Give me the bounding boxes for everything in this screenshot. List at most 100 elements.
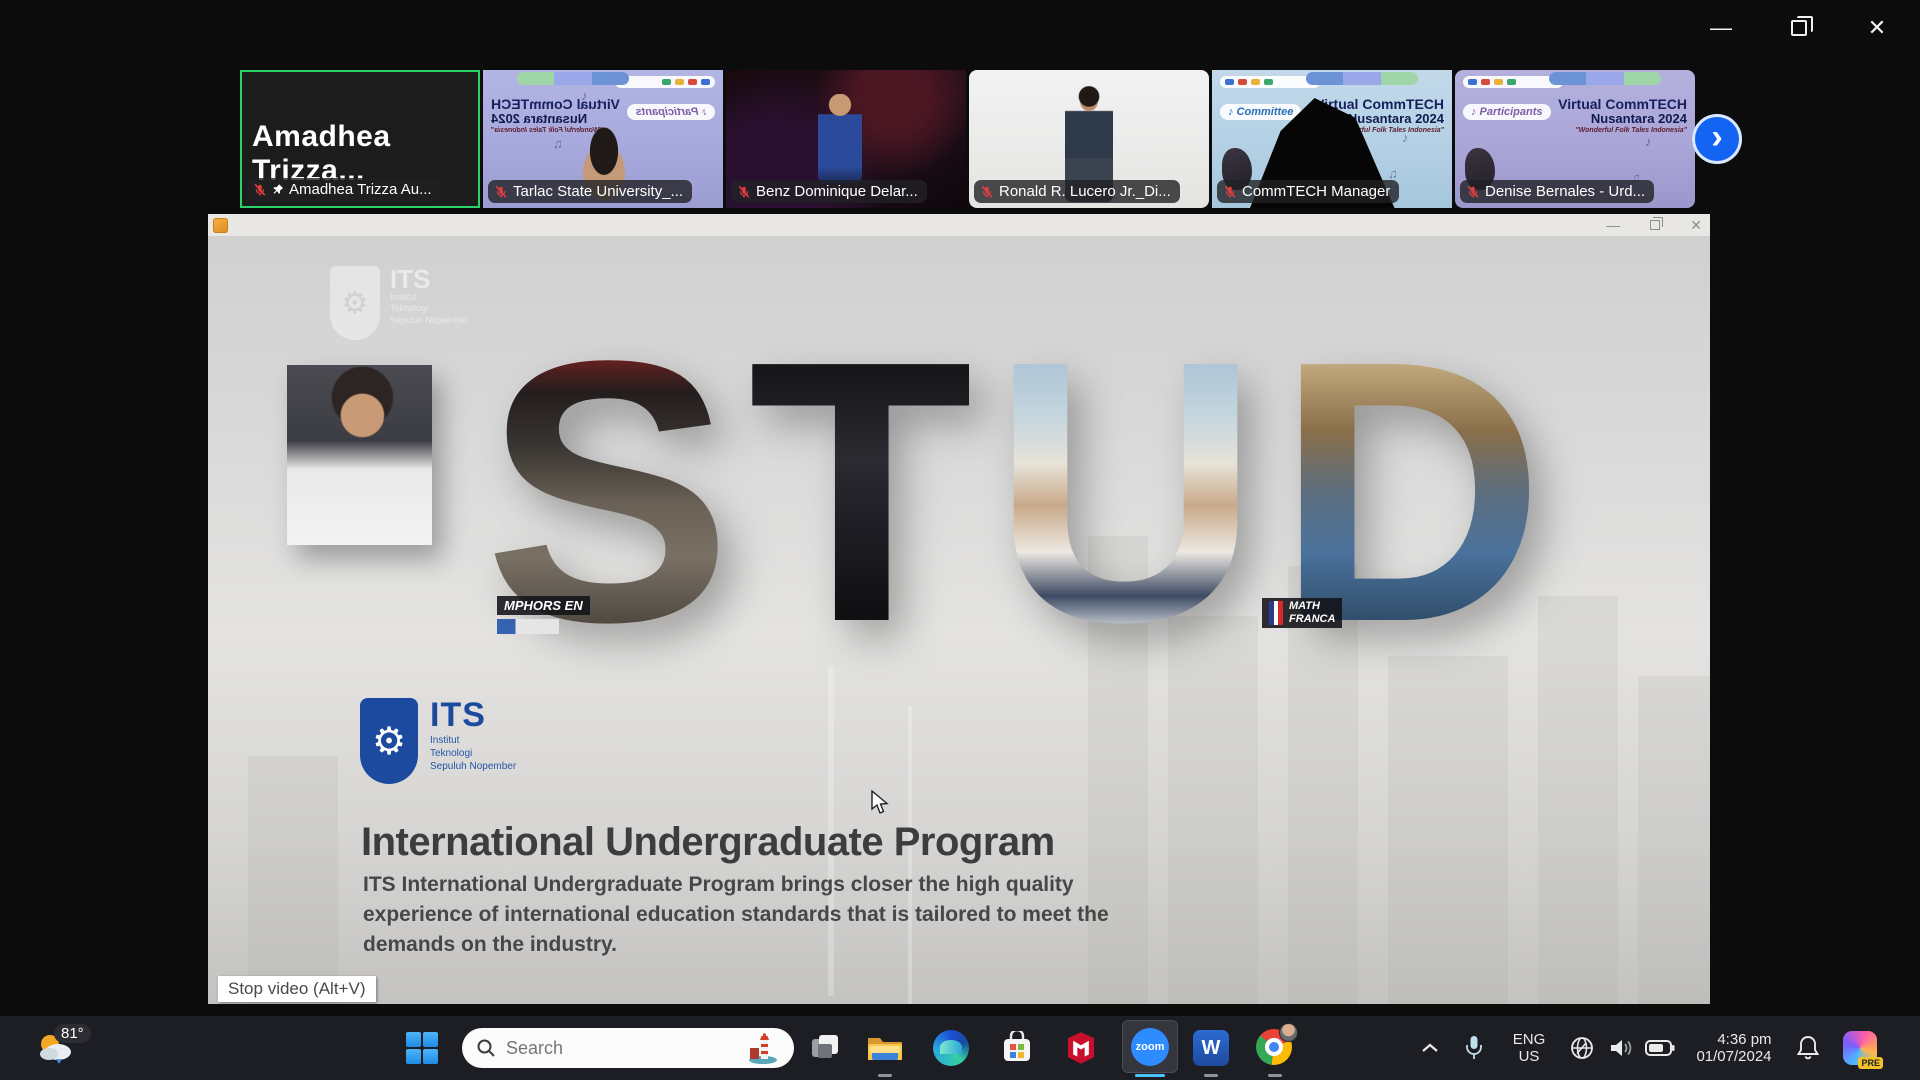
muted-mic-icon [1466,185,1480,199]
no-internet-globe-icon [1569,1035,1595,1061]
file-explorer-button[interactable] [862,1016,908,1080]
mcafee-button[interactable] [1058,1016,1104,1080]
windows-logo-icon [406,1032,438,1064]
participant-name: Ronald R. Lucero Jr._Di... [999,183,1171,200]
muted-mic-icon [494,185,508,199]
participant-figure [818,94,862,184]
date-label: 01/07/2024 [1696,1048,1771,1065]
notifications-button[interactable] [1788,1016,1828,1080]
muted-mic-icon [253,183,267,197]
microsoft-store-icon [1000,1031,1034,1065]
zoom-app-button[interactable]: zoom [1122,1020,1178,1073]
participant-name-label: CommTECH Manager [1217,180,1399,203]
shared-close-button[interactable]: ✕ [1690,217,1702,234]
video-tile-ronald[interactable]: Ronald R. Lucero Jr._Di... [969,70,1209,208]
minimize-icon: — [1710,15,1732,41]
preview-badge: PRE [1858,1057,1883,1069]
video-tile-commtech-manager[interactable]: Virtual CommTECH Nusantara 2024 "Wonderf… [1212,70,1452,208]
edge-icon [933,1030,969,1066]
participants-badge: ♪ Participants [1463,104,1551,120]
banner-arc [1549,72,1661,85]
muted-mic-icon [1223,185,1237,199]
shared-restore-button[interactable] [1650,220,1660,230]
word-button[interactable]: W [1188,1016,1234,1080]
close-icon: ✕ [1868,15,1886,41]
network-button[interactable] [1562,1016,1602,1080]
minimize-button[interactable]: — [1698,10,1744,46]
photo-caption-left-flag [497,619,559,634]
microsoft-store-button[interactable] [994,1016,1040,1080]
video-tile-denise[interactable]: Virtual CommTECH Nusantara 2024 "Wonderf… [1455,70,1695,208]
france-flag-icon [1269,601,1283,625]
slide-title: International Undergraduate Program [361,820,1055,865]
chevron-right-icon: › [1711,118,1722,157]
microphone-icon [1464,1035,1484,1061]
shared-minimize-button[interactable]: — [1606,217,1620,233]
weather-widget[interactable]: 81° [14,1016,98,1080]
edge-button[interactable] [928,1016,974,1080]
chevron-up-icon [1421,1042,1439,1054]
participant-name: Tarlac State University_... [513,183,683,200]
participant-name-label: Tarlac State University_... [488,180,692,203]
region-label: US [1513,1048,1546,1065]
sponsor-logos [1220,76,1320,88]
copilot-button[interactable]: PRE [1832,1016,1888,1080]
mcafee-icon [1065,1031,1097,1065]
time-label: 4:36 pm [1696,1031,1771,1048]
task-view-icon [810,1033,840,1063]
muted-mic-icon [980,185,994,199]
sponsor-logos [1463,76,1563,88]
participant-name-label: Ronald R. Lucero Jr._Di... [974,180,1180,203]
banner-arc [517,72,629,85]
gear-icon: ⚙ [342,286,369,321]
language-switcher[interactable]: ENG US [1503,1016,1555,1080]
volume-button[interactable] [1602,1016,1642,1080]
video-tile-tarlac[interactable]: Virtual CommTECH Nusantara 2024 "Wonderf… [483,70,723,208]
taskbar-search[interactable] [462,1028,794,1068]
participant-name: Benz Dominique Delar... [756,183,918,200]
close-button[interactable]: ✕ [1854,10,1900,46]
banner-arc [1306,72,1418,85]
headline-letters: S T U D E [484,354,1710,629]
app-window-controls: — ✕ [1698,10,1900,46]
zoom-icon: zoom [1131,1028,1169,1066]
sponsor-logos [615,76,715,88]
battery-button[interactable] [1638,1016,1682,1080]
taskbar: 81° [0,1016,1920,1080]
tray-microphone-button[interactable] [1455,1016,1493,1080]
commtech-banner: Virtual CommTECH Nusantara 2024 "Wonderf… [1558,96,1687,135]
temperature-label: 81° [54,1024,91,1043]
chrome-profile-avatar [1279,1023,1298,1042]
next-page-button[interactable]: › [1692,114,1742,164]
word-icon: W [1193,1030,1229,1066]
chrome-button[interactable] [1252,1016,1298,1080]
participants-badge: ♪ Participants [627,104,715,120]
photo-caption-right: MATH FRANCA [1262,598,1342,628]
search-icon [476,1038,496,1058]
zoom-active-indicator [1135,1074,1165,1077]
pin-icon [272,183,284,196]
stop-video-tooltip: Stop video (Alt+V) [218,976,376,1002]
its-logo-faint: ⚙ ITS Institut Teknologi Sepuluh Nopembe… [330,266,468,340]
tray-overflow-button[interactable] [1408,1016,1452,1080]
clock-widget[interactable]: 4:36 pm 01/07/2024 [1684,1016,1784,1080]
bell-icon [1796,1035,1820,1061]
participant-name: Denise Bernales - Urd... [1485,183,1645,200]
slide-body: ITS International Undergraduate Program … [363,870,1178,959]
search-input[interactable] [506,1038,706,1059]
participant-name-label: Denise Bernales - Urd... [1460,180,1654,203]
video-tile-amadhea[interactable]: Amadhea Trizza... Amadhea Trizza Au... [240,70,480,208]
restore-button[interactable] [1776,10,1822,46]
participant-name-label: Amadhea Trizza Au... [247,178,441,201]
participant-name: CommTECH Manager [1242,183,1390,200]
language-label: ENG [1513,1031,1546,1048]
muted-mic-icon [737,185,751,199]
running-indicator [1204,1074,1218,1077]
speaker-icon [1608,1036,1636,1060]
battery-icon [1645,1039,1675,1057]
video-tile-benz[interactable]: Benz Dominique Delar... [726,70,966,208]
shared-app-icon [213,218,228,233]
start-button[interactable] [398,1016,446,1080]
its-shield-icon: ⚙ [330,266,380,340]
task-view-button[interactable] [802,1016,848,1080]
